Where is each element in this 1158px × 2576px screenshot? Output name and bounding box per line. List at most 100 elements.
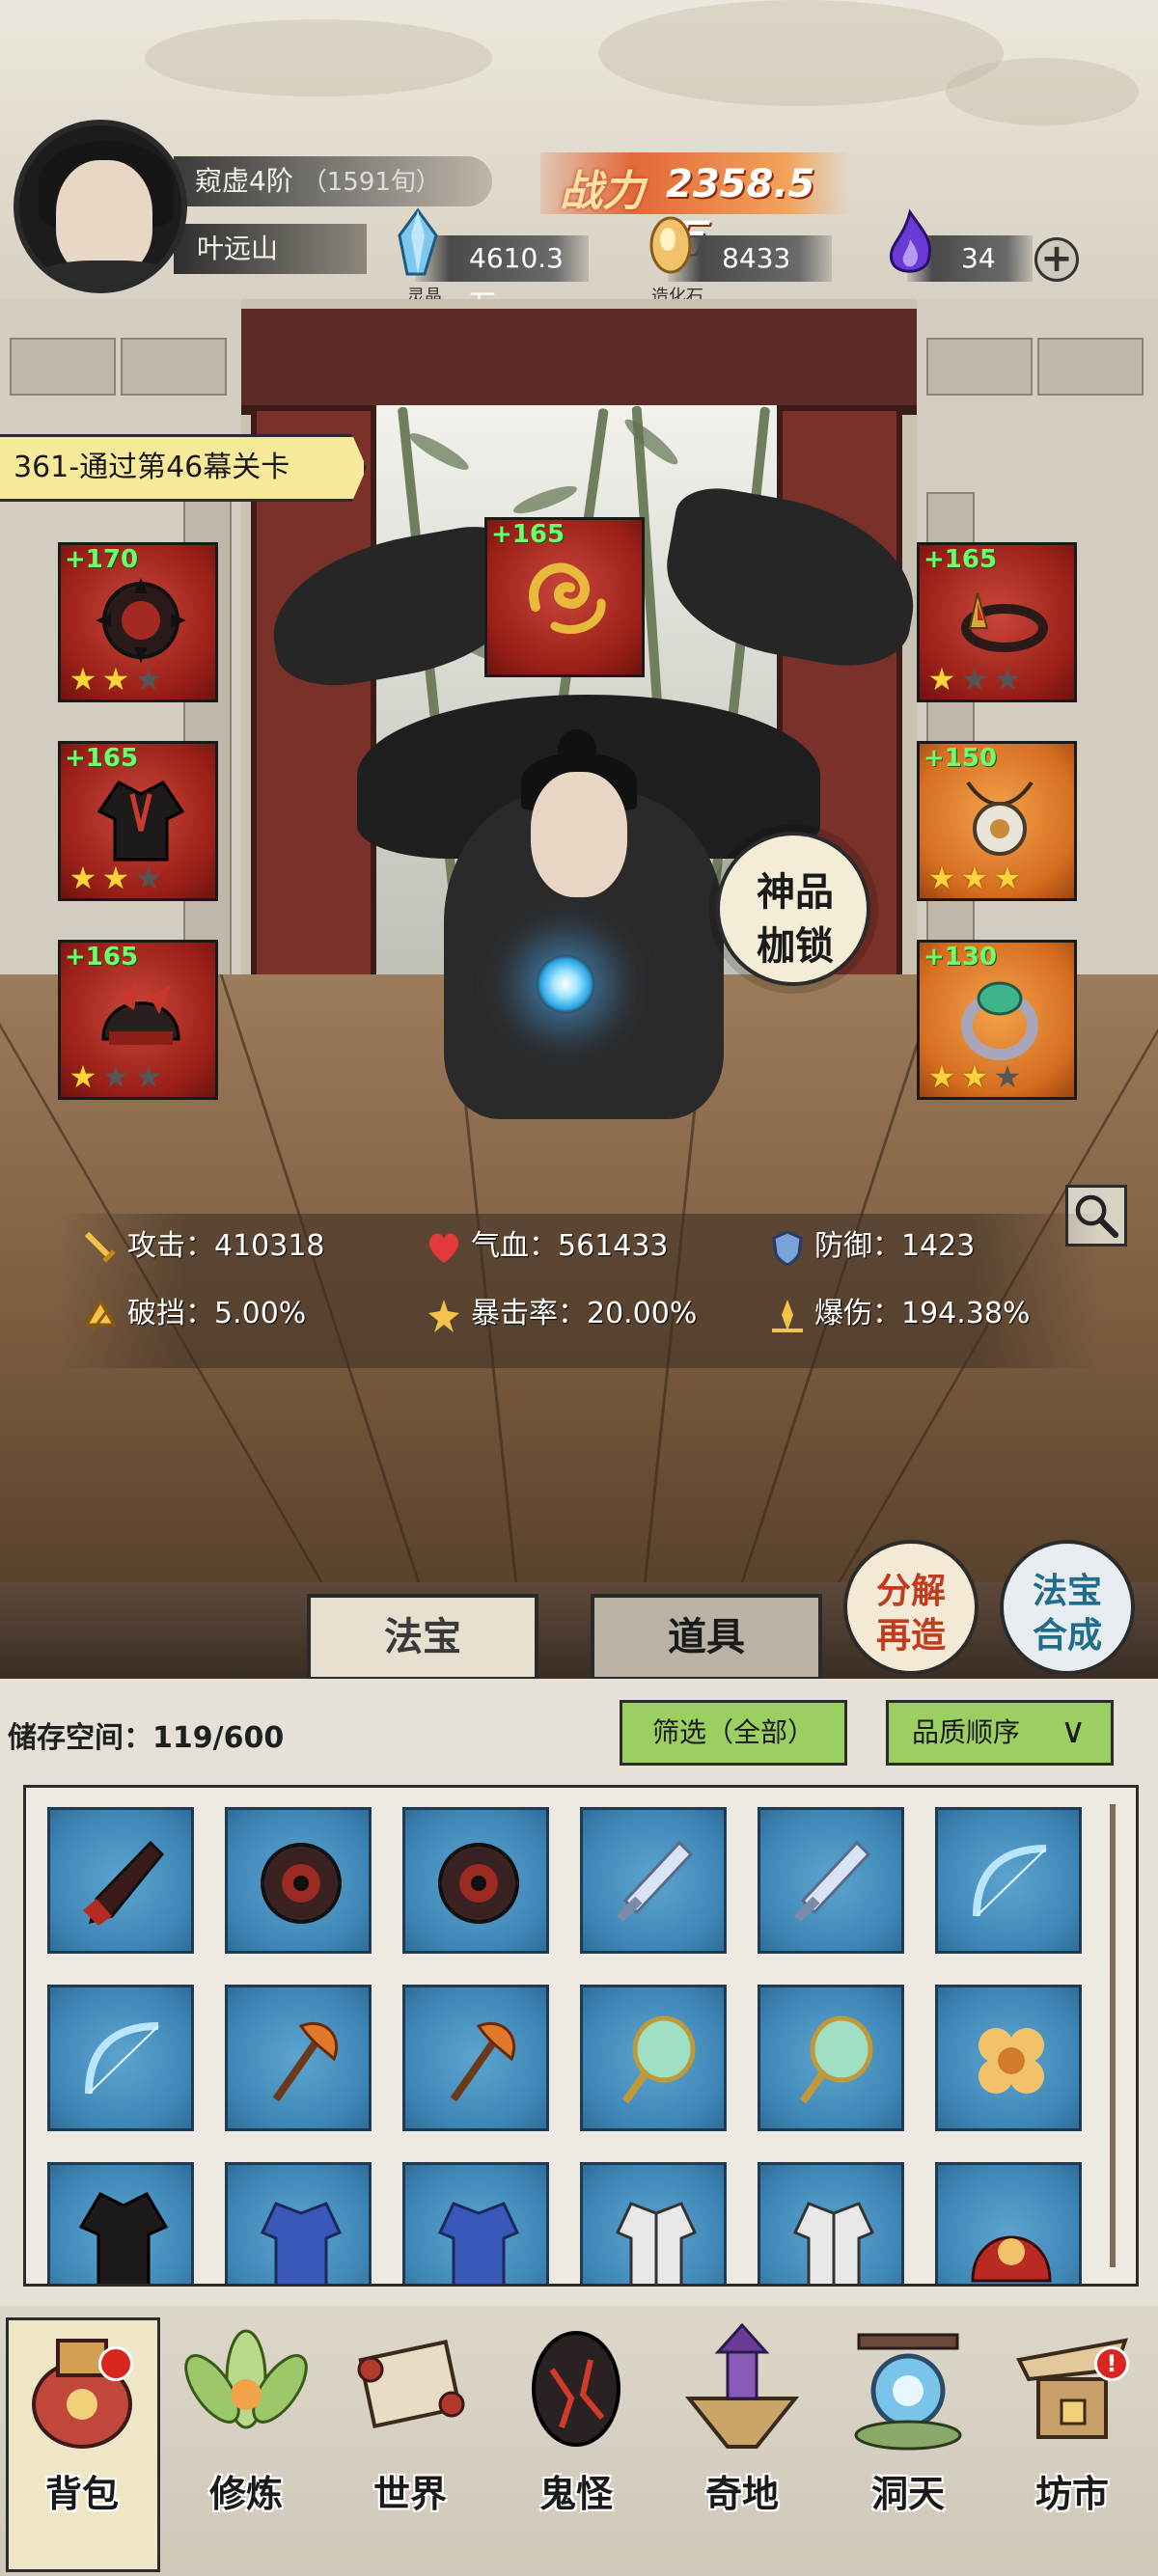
nav-market[interactable]: 坊市 [990,2312,1154,2572]
nav-cave-heaven-label: 洞天 [870,2472,945,2515]
tab-treasure[interactable]: 法宝 [307,1594,538,1681]
stat-hp-label: 气血： [471,1229,558,1263]
stat-crit-damage-value: 194.38% [901,1297,1031,1330]
star-filled-icon: ★ [101,661,130,698]
slot-bonus: +165 [65,943,139,972]
spiked-wheel-icon [96,578,186,663]
red-helmet-icon [971,2235,1052,2283]
star-empty-icon: ★ [134,661,163,698]
inventory-item[interactable] [935,1807,1082,1954]
nav-wonderland[interactable]: 奇地 [660,2312,824,2572]
inventory-item[interactable] [758,2162,904,2284]
merge-button[interactable]: 法宝 合成 [1000,1540,1135,1675]
inventory-item[interactable] [580,2162,727,2284]
inventory-item[interactable] [580,1985,727,2131]
equip-slot-robe[interactable]: +165 ★ ★ ★ [58,741,218,901]
nav-bag[interactable]: 背包 [0,2312,164,2572]
tab-band [0,1582,1158,1679]
equip-slot-weapon[interactable]: +170 ★ ★ ★ [58,542,218,702]
equip-slot-crown[interactable]: +165 ★ ★ ★ [917,542,1077,702]
stat-crit-damage-label: 爆伤： [814,1297,901,1330]
equip-slot-artifact[interactable]: +165 [484,517,645,677]
seal-line1: 神品 [757,869,834,915]
stat-crit-rate-label: 暴击率： [471,1297,587,1330]
crystal-sword-icon [616,1840,694,1923]
inventory-item[interactable] [402,2162,549,2284]
stat-attack: 攻击：410318 [81,1227,325,1267]
star-filled-icon: ★ [69,1058,97,1095]
golden-dragon-icon [529,562,606,635]
inventory-scrollbar[interactable] [1110,1804,1116,2267]
slot-bonus: +165 [491,520,565,549]
decompose-line2: 再造 [875,1615,946,1656]
nav-world[interactable]: 世界 [328,2312,492,2572]
bag-icon [32,2339,132,2449]
chevron-down-icon: ∨ [1061,1712,1087,1751]
inventory-item[interactable] [402,1985,549,2131]
inventory-item[interactable] [758,1807,904,1954]
ice-bow-icon [85,2022,159,2095]
nav-cultivate[interactable]: 修炼 [164,2312,328,2572]
blue-armor-icon [260,2202,343,2284]
inventory-item[interactable] [935,2162,1082,2284]
crit-damage-icon [772,1299,803,1332]
spiked-wheel-icon [438,1843,519,1924]
star-filled-icon: ★ [927,1058,956,1095]
nav-ghosts[interactable]: 鬼怪 [494,2312,658,2572]
stat-break-label: 破挡： [127,1297,214,1330]
heart-icon [428,1232,459,1263]
star-filled-icon: ★ [960,860,989,896]
inventory-item[interactable] [225,2162,372,2284]
nav-cave-heaven[interactable]: 洞天 [826,2312,990,2572]
inventory-item[interactable] [935,1985,1082,2131]
inventory-item[interactable] [47,2162,194,2284]
star-empty-icon: ★ [101,1058,130,1095]
slot-bonus: +165 [924,545,998,574]
star-empty-icon: ★ [134,1058,163,1095]
inventory-item[interactable] [402,1807,549,1954]
fire-axe-icon [272,2021,339,2102]
dark-robe-icon [78,2192,169,2284]
equip-slot-ring[interactable]: +130 ★ ★ ★ [917,940,1077,1100]
nav-world-label: 世界 [372,2472,447,2515]
divine-shackle-badge[interactable]: 神品 枷锁 [716,832,870,986]
sword-icon [84,1231,116,1263]
tab-items[interactable]: 道具 [591,1594,822,1681]
sort-dropdown[interactable]: 品质顺序 ∨ [886,1700,1114,1766]
inventory-item[interactable] [225,1807,372,1954]
stat-defense: 防御：1423 [768,1227,975,1267]
inventory-item[interactable] [758,1985,904,2131]
golden-flower-icon [979,2028,1044,2094]
nav-wonderland-label: 奇地 [704,2472,779,2515]
equip-slot-pendant[interactable]: +150 ★ ★ ★ [917,741,1077,901]
star-empty-icon: ★ [993,1058,1022,1095]
storage-capacity: 储存空间：119/600 [8,1713,284,1756]
jade-mirror-icon [621,2015,696,2104]
inventory-item[interactable] [47,1807,194,1954]
equip-slot-helmet[interactable]: +165 ★ ★ ★ [58,940,218,1100]
star-empty-icon: ★ [134,860,163,896]
filter-button[interactable]: 筛选（全部） [620,1700,847,1766]
star-empty-icon: ★ [960,661,989,698]
break-icon [84,1298,117,1331]
inventory-item[interactable] [225,1985,372,2131]
fire-axe-icon [450,2021,516,2102]
crown-band-icon [961,592,1048,652]
nav-market-label: 坊市 [1034,2472,1109,2515]
decompose-button[interactable]: 分解 再造 [843,1540,979,1675]
slot-stars: ★ ★ ★ [925,1060,1024,1093]
inventory-item[interactable] [580,1807,727,1954]
blue-armor-icon [437,2202,520,2284]
scroll-map-icon [357,2340,465,2428]
inventory-item[interactable] [47,1985,194,2131]
white-armor-icon [792,2202,875,2284]
quest-banner[interactable]: 361-通过第46幕关卡 [0,434,367,502]
star-filled-icon: ★ [960,1058,989,1095]
crit-icon [428,1299,459,1332]
star-filled-icon: ★ [69,661,97,698]
jade-mirror-icon [799,2015,873,2104]
slot-bonus: +130 [924,943,998,972]
stat-crit-damage: 爆伤：194.38% [768,1295,1030,1334]
slot-bonus: +150 [924,744,998,773]
demon-egg-icon [532,2331,620,2447]
